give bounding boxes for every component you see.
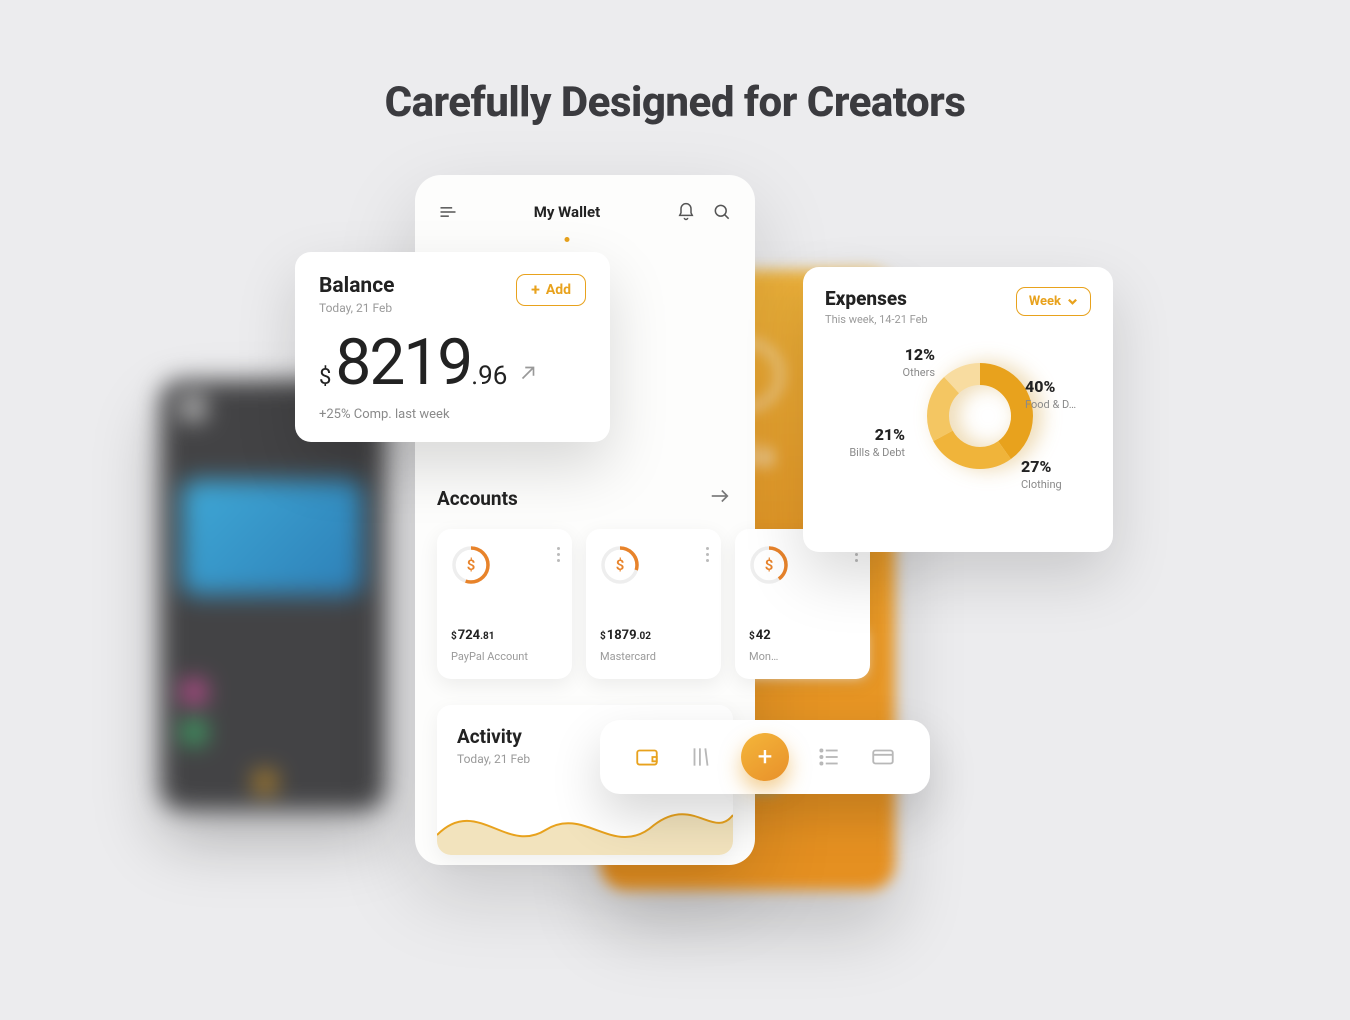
expenses-date: This week, 14-21 Feb (825, 313, 928, 326)
account-amount: $724.81 (451, 628, 495, 643)
segment-others: 12%Others (865, 344, 935, 380)
trend-up-icon (517, 362, 539, 388)
dollar-icon: $ (467, 556, 476, 574)
more-icon[interactable] (557, 547, 560, 562)
balance-card: Balance Today, 21 Feb +Add $ 8219 .96 +2… (295, 252, 610, 442)
title-indicator-dot (564, 237, 569, 242)
accounts-section: Accounts $ $724.81 PayPal Account (437, 485, 733, 679)
segment-clothing: 27%Clothing (1021, 456, 1091, 492)
range-dropdown[interactable]: Week (1016, 287, 1091, 316)
account-amount: $42 (749, 628, 771, 643)
blurred-dark-phone (160, 380, 385, 810)
dollar-icon: $ (616, 556, 625, 574)
dollar-icon: $ (765, 556, 774, 574)
account-amount: $1879.02 (600, 628, 651, 643)
account-progress-ring: $ (749, 545, 789, 585)
balance-title: Balance (319, 274, 395, 298)
activity-chart (437, 785, 733, 855)
segment-food: 40%Food & D… (1025, 376, 1095, 412)
nav-card-icon[interactable] (869, 743, 897, 771)
phone-title: My Wallet (534, 203, 600, 221)
account-name: PayPal Account (451, 650, 528, 663)
more-icon[interactable] (706, 547, 709, 562)
nav-add-fab[interactable]: + (741, 733, 789, 781)
expenses-title: Expenses (825, 287, 928, 310)
account-progress-ring: $ (600, 545, 640, 585)
expenses-card: Expenses This week, 14-21 Feb Week 12%Ot… (803, 267, 1113, 552)
nav-list-icon[interactable] (815, 743, 843, 771)
segment-bills: 21%Bills & Debt (825, 424, 905, 460)
accounts-title: Accounts (437, 487, 518, 510)
accounts-arrow-icon[interactable] (707, 485, 733, 511)
account-progress-ring: $ (451, 545, 491, 585)
bell-icon[interactable] (675, 201, 697, 223)
account-card[interactable]: $ $1879.02 Mastercard (586, 529, 721, 679)
balance-comparison: +25% Comp. last week (319, 407, 586, 422)
chevron-down-icon (1067, 296, 1078, 307)
account-name: Mastercard (600, 650, 656, 663)
search-icon[interactable] (711, 201, 733, 223)
balance-date: Today, 21 Feb (319, 301, 395, 315)
account-name: Mon… (749, 650, 778, 663)
menu-icon[interactable] (437, 201, 459, 223)
plus-icon: + (531, 282, 540, 298)
nav-wallet-icon[interactable] (633, 743, 661, 771)
balance-amount: $ 8219 .96 (319, 331, 586, 395)
page-headline: Carefully Designed for Creators (0, 78, 1350, 127)
account-card[interactable]: $ $724.81 PayPal Account (437, 529, 572, 679)
add-button[interactable]: +Add (516, 274, 586, 306)
nav-library-icon[interactable] (687, 743, 715, 771)
bottom-nav: + (600, 720, 930, 794)
